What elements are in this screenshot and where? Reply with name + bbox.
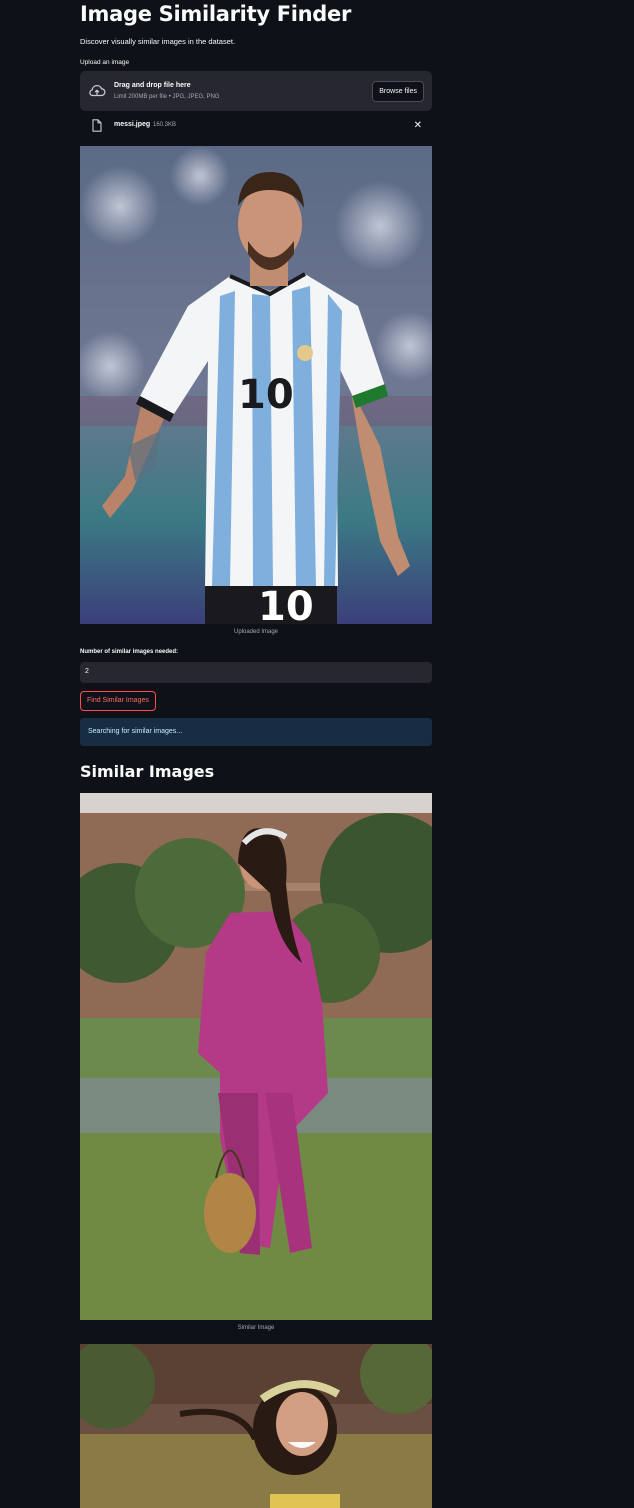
count-label: Number of similar images needed: — [80, 649, 179, 655]
file-dropzone[interactable]: Drag and drop file here Limit 200MB per … — [80, 71, 432, 111]
file-name: messi.jpeg — [114, 121, 151, 128]
dropzone-instructions: Drag and drop file here — [114, 82, 191, 89]
file-size: 160.3KB — [153, 122, 177, 128]
page-subtitle: Discover visually similar images in the … — [80, 37, 236, 46]
remove-file-icon[interactable]: ✕ — [414, 121, 422, 131]
file-icon — [92, 119, 102, 132]
similar-image-1 — [80, 793, 432, 1320]
uploaded-image-caption: Uploaded Image — [233, 629, 279, 635]
uploaded-photo: 10 10 — [80, 146, 432, 624]
count-value: 2 — [85, 668, 89, 675]
similar-photo-2 — [80, 1344, 432, 1508]
shirt-number: 10 — [238, 372, 294, 418]
uploaded-image: 10 10 — [80, 146, 432, 624]
results-heading: Similar Images — [80, 762, 215, 781]
status-message: Searching for similar images... — [88, 728, 183, 735]
find-similar-button[interactable]: Find Similar Images — [80, 691, 156, 711]
dropzone-limit: Limit 200MB per file • JPG, JPEG, PNG — [114, 94, 220, 100]
cloud-upload-icon — [89, 85, 106, 97]
browse-files-button[interactable]: Browse files — [372, 81, 424, 102]
similar-image-1-caption: Similar Image — [237, 1325, 275, 1331]
status-info-box: Searching for similar images... — [80, 718, 432, 746]
uploaded-file-row: messi.jpeg 160.3KB ✕ — [80, 116, 432, 136]
shorts-number: 10 — [258, 584, 314, 624]
page-title: Image Similarity Finder — [80, 2, 352, 26]
count-input[interactable]: 2 — [80, 662, 432, 683]
upload-label: Upload an image — [80, 59, 130, 66]
similar-image-2 — [80, 1344, 432, 1508]
app-root: Image Similarity Finder Discover visuall… — [0, 0, 634, 1508]
similar-photo-1 — [80, 793, 432, 1320]
